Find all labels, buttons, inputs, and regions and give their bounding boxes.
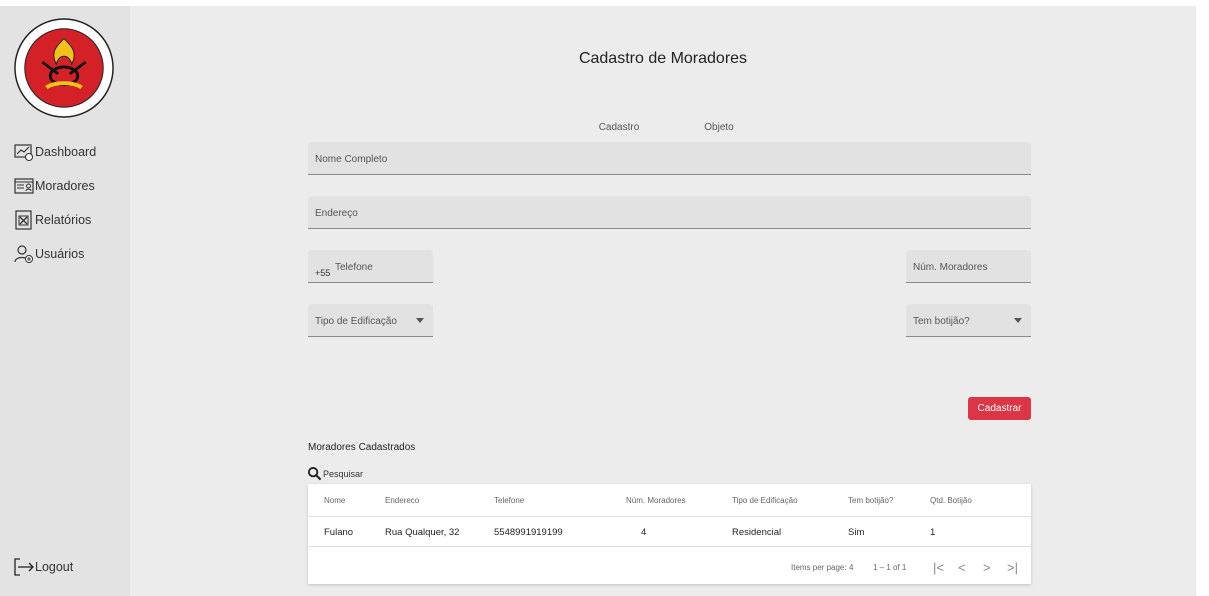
search-icon (307, 466, 322, 481)
sidebar: Dashboard Moradores Relatórios Usuários (0, 6, 130, 596)
previous-page-icon[interactable]: < (958, 556, 966, 578)
num-moradores-placeholder: Núm. Moradores (913, 262, 988, 273)
fire-department-logo (13, 16, 115, 120)
table-row[interactable]: Fulano Rua Qualquer, 32 5548991919199 4 … (308, 518, 1031, 547)
logout-label: Logout (35, 560, 74, 574)
num-moradores-field[interactable]: Núm. Moradores (906, 250, 1031, 283)
nome-completo-field[interactable]: Nome Completo (308, 142, 1031, 175)
cell-telefone: 5548991919199 (494, 526, 563, 538)
cell-qtd-botijao: 1 (930, 526, 936, 538)
items-per-page-select[interactable]: 4 (849, 556, 853, 578)
logout-button[interactable]: Logout (14, 555, 73, 579)
sidebar-item-usuarios[interactable]: Usuários (14, 242, 84, 266)
search-label: Pesquisar (323, 468, 364, 479)
tem-botijao-select[interactable]: Tem botijão? (906, 304, 1031, 337)
moradores-table: Nome Endereco Telefone Núm. Moradores Ti… (308, 484, 1031, 584)
phone-prefix: +55 (315, 268, 331, 278)
column-header-endereco[interactable]: Endereco (385, 484, 419, 516)
tem-botijao-placeholder: Tem botijão? (913, 316, 970, 327)
nome-completo-placeholder: Nome Completo (315, 154, 388, 165)
cell-endereco: Rua Qualquer, 32 (385, 526, 460, 538)
search-button[interactable]: Pesquisar (307, 466, 363, 481)
dashboard-icon (14, 142, 34, 162)
sidebar-item-label: Usuários (35, 247, 85, 261)
cell-tipo-edificacao: Residencial (732, 526, 782, 538)
column-header-tipo-edificacao[interactable]: Tipo de Edificação (732, 484, 798, 516)
excel-file-icon (14, 210, 34, 230)
telefone-placeholder: Telefone (335, 262, 373, 273)
first-page-icon[interactable]: |< (933, 556, 944, 578)
cell-tem-botijao: Sim (848, 526, 865, 538)
sidebar-item-label: Moradores (35, 179, 95, 193)
cell-nome: Fulano (324, 526, 354, 538)
items-per-page-label: Items per page: (791, 562, 847, 572)
logout-icon (14, 557, 34, 577)
column-header-tem-botijao[interactable]: Tem botijão? (848, 484, 893, 516)
sidebar-item-dashboard[interactable]: Dashboard (14, 140, 96, 164)
cadastrar-button[interactable]: Cadastrar (968, 397, 1031, 420)
id-card-icon (14, 176, 34, 196)
column-header-telefone[interactable]: Telefone (494, 484, 524, 516)
paginator: Items per page: 4 1 – 1 of 1 |< < > >| (308, 556, 1031, 578)
chevron-down-icon (1014, 318, 1022, 323)
column-header-qtd-botijao[interactable]: Qtd. Botijão (930, 484, 972, 516)
endereco-field[interactable]: Endereço (308, 196, 1031, 229)
page-range-label: 1 – 1 of 1 (873, 562, 907, 572)
tipo-edificacao-placeholder: Tipo de Edificação (315, 316, 397, 327)
column-header-nome[interactable]: Nome (324, 484, 345, 516)
sidebar-item-moradores[interactable]: Moradores (14, 174, 95, 198)
add-user-icon (14, 244, 34, 264)
sidebar-item-label: Relatórios (35, 213, 92, 227)
cell-num-moradores: 4 (641, 526, 647, 538)
tipo-edificacao-select[interactable]: Tipo de Edificação (308, 304, 433, 337)
sidebar-item-label: Dashboard (35, 145, 97, 159)
main-content: Cadastro de Moradores Cadastro Objeto No… (130, 6, 1196, 596)
sidebar-item-relatorios[interactable]: Relatórios (14, 208, 91, 232)
telefone-field[interactable]: Telefone +55 (308, 250, 433, 283)
page-title: Cadastro de Moradores (578, 50, 748, 67)
app-frame: Dashboard Moradores Relatórios Usuários (0, 0, 1209, 596)
last-page-icon[interactable]: >| (1007, 556, 1018, 578)
table-header: Nome Endereco Telefone Núm. Moradores Ti… (308, 484, 1031, 517)
column-header-num-moradores[interactable]: Núm. Moradores (626, 484, 686, 516)
moradores-cadastrados-title: Moradores Cadastrados (308, 442, 416, 453)
endereco-placeholder: Endereço (315, 208, 358, 219)
chevron-down-icon (416, 318, 424, 323)
next-page-icon[interactable]: > (983, 556, 991, 578)
